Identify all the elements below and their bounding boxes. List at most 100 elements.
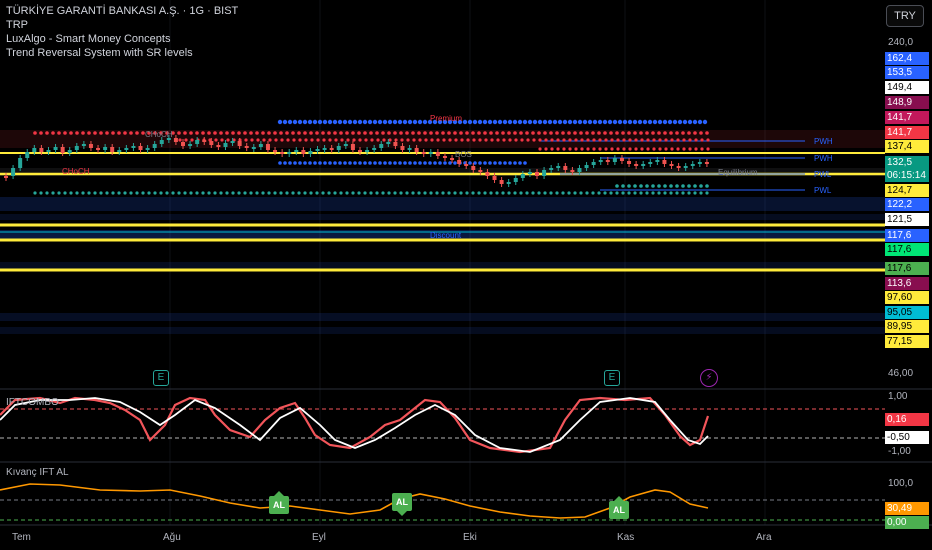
level-dot xyxy=(75,131,79,135)
level-dot xyxy=(225,131,229,135)
level-dot xyxy=(550,138,554,142)
level-dot xyxy=(367,119,373,125)
level-dot xyxy=(418,161,422,165)
candle-body xyxy=(39,148,44,152)
green-dot-row-2 xyxy=(33,191,709,195)
earnings-icon[interactable]: E xyxy=(153,370,169,386)
level-dot xyxy=(279,191,283,195)
candle-body xyxy=(471,166,476,170)
level-dot xyxy=(448,138,452,142)
ift-white-tag: -0,50 xyxy=(885,431,929,444)
level-dot xyxy=(328,161,332,165)
level-dot xyxy=(417,191,421,195)
level-dot xyxy=(586,147,590,151)
level-dot xyxy=(483,131,487,135)
level-dot xyxy=(567,119,573,125)
level-dot xyxy=(429,191,433,195)
level-dot xyxy=(681,184,685,188)
level-dot xyxy=(315,131,319,135)
al-signal-badge: AL xyxy=(269,491,289,514)
level-dot xyxy=(277,119,283,125)
level-dot xyxy=(640,147,644,151)
level-dot xyxy=(310,138,314,142)
kivanc-panel-title[interactable]: Kıvanç IFT AL xyxy=(6,467,69,478)
kivanc-green-tag: 0,00 xyxy=(885,516,929,529)
candle-body xyxy=(287,152,292,154)
level-dot xyxy=(647,119,653,125)
level-dot xyxy=(268,138,272,142)
level-dot xyxy=(353,161,357,165)
level-dot xyxy=(323,161,327,165)
level-dot xyxy=(615,131,619,135)
level-dot xyxy=(429,131,433,135)
level-dot xyxy=(477,131,481,135)
level-dot xyxy=(592,147,596,151)
indicator-trp[interactable]: TRP xyxy=(6,18,28,32)
al-signal-badge: AL xyxy=(392,493,412,516)
candle-body xyxy=(308,151,313,154)
level-dot xyxy=(411,191,415,195)
candle-body xyxy=(542,170,547,176)
candle-body xyxy=(67,150,72,153)
level-dot xyxy=(99,131,103,135)
level-dot xyxy=(288,161,292,165)
level-dot xyxy=(418,138,422,142)
level-dot xyxy=(345,191,349,195)
level-dot xyxy=(318,161,322,165)
level-dot xyxy=(423,131,427,135)
level-dot xyxy=(387,131,391,135)
level-dot xyxy=(478,138,482,142)
level-dot xyxy=(687,131,691,135)
candle-body xyxy=(641,164,646,166)
level-dot xyxy=(502,119,508,125)
level-dot xyxy=(598,147,602,151)
ift-panel-title[interactable]: IFTCOMBO xyxy=(6,397,59,408)
level-dot xyxy=(370,138,374,142)
level-dot xyxy=(477,119,483,125)
level-dot xyxy=(297,119,303,125)
level-dot xyxy=(307,119,313,125)
flash-icon[interactable]: ⚡ xyxy=(700,369,718,387)
al-signal-badge: AL xyxy=(609,496,629,519)
earnings-icon[interactable]: E xyxy=(604,370,620,386)
level-dot xyxy=(676,147,680,151)
x-axis-label: Eki xyxy=(463,532,477,543)
chart-canvas[interactable] xyxy=(0,0,932,550)
level-dot xyxy=(428,161,432,165)
level-dot xyxy=(334,138,338,142)
level-dot xyxy=(514,138,518,142)
level-dot xyxy=(372,119,378,125)
level-dot xyxy=(489,131,493,135)
level-dot xyxy=(433,161,437,165)
symbol-title[interactable]: TÜRKİYE GARANTİ BANKASI A.Ş. · 1G · BIST xyxy=(6,4,238,18)
price-tag: 141,7 xyxy=(885,126,929,139)
level-dot xyxy=(687,191,691,195)
level-dot xyxy=(682,119,688,125)
level-dot xyxy=(471,191,475,195)
level-dot xyxy=(582,119,588,125)
level-dot xyxy=(51,131,55,135)
level-dot xyxy=(706,138,710,142)
level-dot xyxy=(99,191,103,195)
currency-button[interactable]: TRY xyxy=(886,5,924,27)
candle-body xyxy=(400,146,405,150)
indicator-smc[interactable]: LuxAlgo - Smart Money Concepts xyxy=(6,32,170,46)
level-dot xyxy=(447,191,451,195)
candle-body xyxy=(195,140,200,144)
level-dot xyxy=(609,191,613,195)
indicator-trend-reversal[interactable]: Trend Reversal System with SR levels xyxy=(6,46,193,60)
x-axis-label: Kas xyxy=(617,532,635,543)
candle-body xyxy=(450,158,455,160)
candle-body xyxy=(485,172,490,176)
level-dot xyxy=(705,131,709,135)
level-dot xyxy=(135,191,139,195)
level-dot xyxy=(304,138,308,142)
level-dot xyxy=(585,131,589,135)
level-dot xyxy=(280,138,284,142)
level-dot xyxy=(622,138,626,142)
candle-body xyxy=(74,146,79,150)
level-dot xyxy=(441,131,445,135)
level-dot xyxy=(639,131,643,135)
candle-body xyxy=(648,162,653,164)
level-dot xyxy=(292,119,298,125)
